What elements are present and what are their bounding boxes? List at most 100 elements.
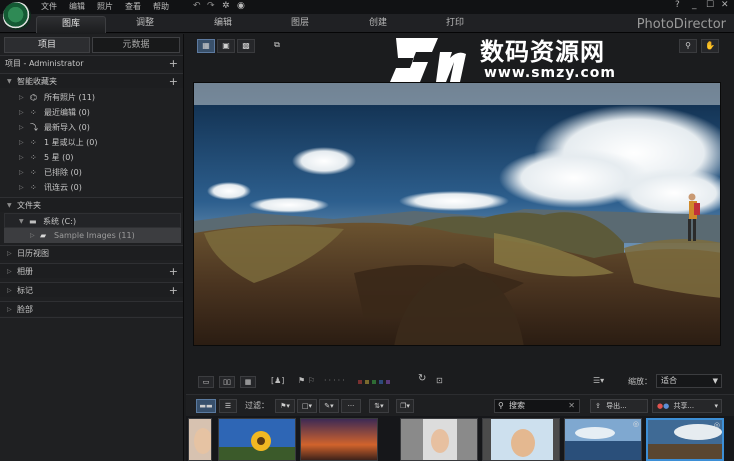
reject-flag-icon[interactable]: ⚐ <box>308 376 315 385</box>
sort-menu-icon[interactable]: ☰▾ <box>593 376 604 385</box>
add-tag-icon[interactable]: + <box>169 283 178 298</box>
tab-layers[interactable]: 图层 <box>265 16 335 33</box>
collapse-arrow-icon[interactable]: ▷ <box>19 180 24 195</box>
tab-project[interactable]: 项目 <box>4 37 90 53</box>
calendar-view-header[interactable]: ▷ 日历视图 <box>0 245 183 260</box>
collapse-arrow-icon[interactable]: ▷ <box>19 150 24 165</box>
compare-view-icon[interactable]: ▯▯ <box>219 376 235 388</box>
rotate-icon[interactable]: ↻ <box>418 373 426 384</box>
collapse-arrow-icon[interactable]: ▷ <box>30 228 35 243</box>
smart-collection-item[interactable]: ▷ ⤵ 最新导入 (0) <box>0 120 183 135</box>
menu-file[interactable]: 文件 <box>41 1 57 12</box>
collapse-arrow-icon[interactable]: ▷ <box>7 246 12 261</box>
color-label-blue[interactable] <box>379 380 383 384</box>
panorama-photo <box>194 83 720 345</box>
smart-collection-icon: ⁘ <box>30 108 37 117</box>
menu-photo[interactable]: 照片 <box>97 1 113 12</box>
albums-header[interactable]: ▷ 相册 + <box>0 263 183 278</box>
stack-icon[interactable]: ❐▾ <box>396 399 414 413</box>
collapse-arrow-icon[interactable]: ▷ <box>19 135 24 150</box>
color-filter-icon[interactable]: □▾ <box>297 399 317 413</box>
menu-view[interactable]: 查看 <box>125 1 141 12</box>
grid-view-icon[interactable]: ▩ <box>237 39 255 53</box>
clear-search-icon[interactable]: ✕ <box>568 400 575 412</box>
settings-gear-icon[interactable]: ✲ <box>222 1 230 11</box>
flag-filter-icon[interactable]: ⚑▾ <box>275 399 295 413</box>
smart-collection-item[interactable]: ▷ ⁘ 已排除 (0) <box>0 165 183 180</box>
color-label-red[interactable] <box>358 380 362 384</box>
star-rating[interactable]: ····· <box>324 376 347 385</box>
search-input[interactable]: ⚲ 搜索 ✕ <box>494 399 580 413</box>
color-label-yellow[interactable] <box>365 380 369 384</box>
close-button[interactable]: ✕ <box>721 0 729 10</box>
tab-edit[interactable]: 编辑 <box>188 16 258 33</box>
menu-help[interactable]: 帮助 <box>153 1 169 12</box>
single-photo-view-icon[interactable]: ▭ <box>198 376 214 388</box>
thumbnail[interactable] <box>482 418 560 461</box>
collapse-arrow-icon[interactable]: ▷ <box>7 302 12 317</box>
search-icon[interactable]: ⚲ <box>679 39 697 53</box>
add-smart-collection-icon[interactable]: + <box>169 74 178 89</box>
tab-metadata[interactable]: 元数据 <box>92 37 180 53</box>
thumbnail[interactable] <box>400 418 478 461</box>
photo-viewer[interactable] <box>193 82 721 346</box>
help-button[interactable]: ? <box>675 0 680 10</box>
tab-adjust[interactable]: 调整 <box>110 16 180 33</box>
folder-item-sample-images[interactable]: ▷ ▰ Sample Images (11) <box>4 228 181 243</box>
tags-header[interactable]: ▷ 标记 + <box>0 282 183 297</box>
expand-arrow-icon[interactable]: ▼ <box>7 74 12 89</box>
expand-arrow-icon[interactable]: ▼ <box>19 214 24 229</box>
smart-collection-item[interactable]: ▷ ⁘ 1 星或以上 (0) <box>0 135 183 150</box>
expand-arrow-icon[interactable]: ▼ <box>7 198 12 213</box>
collapse-arrow-icon[interactable]: ▷ <box>7 264 12 279</box>
collapse-arrow-icon[interactable]: ▷ <box>19 120 24 135</box>
list-view-icon[interactable]: ☰ <box>219 399 237 413</box>
share-button[interactable]: ●● 共享... ▾ <box>652 399 722 413</box>
thumbnail-view-icon[interactable]: ▬▬ <box>196 399 216 413</box>
undo-icon[interactable]: ↶ <box>193 1 201 11</box>
smart-collections-header[interactable]: ▼ 智能收藏夹 + <box>0 73 183 88</box>
more-filter-icon[interactable]: ··· <box>341 399 361 413</box>
flag-icon[interactable]: ⚑ <box>298 376 305 385</box>
sort-order-icon[interactable]: ⇅▾ <box>369 399 389 413</box>
thumbnail[interactable]: ◎ <box>564 418 642 461</box>
collapse-arrow-icon[interactable]: ▷ <box>19 90 24 105</box>
edit-filter-icon[interactable]: ✎▾ <box>319 399 339 413</box>
thumbnail[interactable] <box>188 418 212 461</box>
smart-collection-item[interactable]: ▷ ⁘ 5 星 (0) <box>0 150 183 165</box>
collapse-arrow-icon[interactable]: ▷ <box>19 105 24 120</box>
color-label-green[interactable] <box>372 380 376 384</box>
collapse-arrow-icon[interactable]: ▷ <box>7 283 12 298</box>
maximize-button[interactable]: ☐ <box>706 0 714 10</box>
faces-header[interactable]: ▷ 脸部 <box>0 301 183 316</box>
survey-view-icon[interactable]: ▦ <box>240 376 256 388</box>
redo-icon[interactable]: ↷ <box>207 1 215 11</box>
thumbnail-selected[interactable]: ◎ <box>646 418 724 461</box>
single-view-icon[interactable]: ▣ <box>217 39 235 53</box>
smart-collection-item[interactable]: ▷ ⌬ 所有照片 (11) <box>0 90 183 105</box>
hand-tool-icon[interactable]: ✋ <box>701 39 719 53</box>
face-tag-icon[interactable]: [♟] <box>271 376 284 385</box>
tab-library[interactable]: 图库 <box>36 16 106 33</box>
collapse-arrow-icon[interactable]: ▷ <box>19 165 24 180</box>
minimize-button[interactable]: _ <box>692 0 697 10</box>
add-project-icon[interactable]: + <box>169 56 178 71</box>
second-monitor-icon[interactable]: ⧉ <box>268 39 286 53</box>
add-album-icon[interactable]: + <box>169 264 178 279</box>
menu-edit[interactable]: 编辑 <box>69 1 85 12</box>
smart-collection-item[interactable]: ▷ ⁘ 最近编辑 (0) <box>0 105 183 120</box>
zoom-select[interactable]: 适合 ▼ <box>656 374 722 388</box>
thumbnail[interactable] <box>218 418 296 461</box>
color-label-purple[interactable] <box>386 380 390 384</box>
folders-header[interactable]: ▼ 文件夹 <box>0 197 183 212</box>
smart-collection-item[interactable]: ▷ ⁘ 讯连云 (0) <box>0 180 183 195</box>
export-button[interactable]: ⇪ 导出... <box>590 399 648 413</box>
thumbnail[interactable] <box>300 418 378 461</box>
thumbnail-image <box>565 419 641 460</box>
account-icon[interactable]: ◉ <box>237 1 245 11</box>
smart-collection-label: 1 星或以上 (0) <box>44 138 98 147</box>
crop-icon[interactable]: ⊡ <box>436 376 443 385</box>
browser-view-icon[interactable]: ▦ <box>197 39 215 53</box>
chevron-down-icon: ▼ <box>712 377 718 385</box>
folder-item-system[interactable]: ▼ ▬ 系统 (C:) <box>4 213 181 228</box>
